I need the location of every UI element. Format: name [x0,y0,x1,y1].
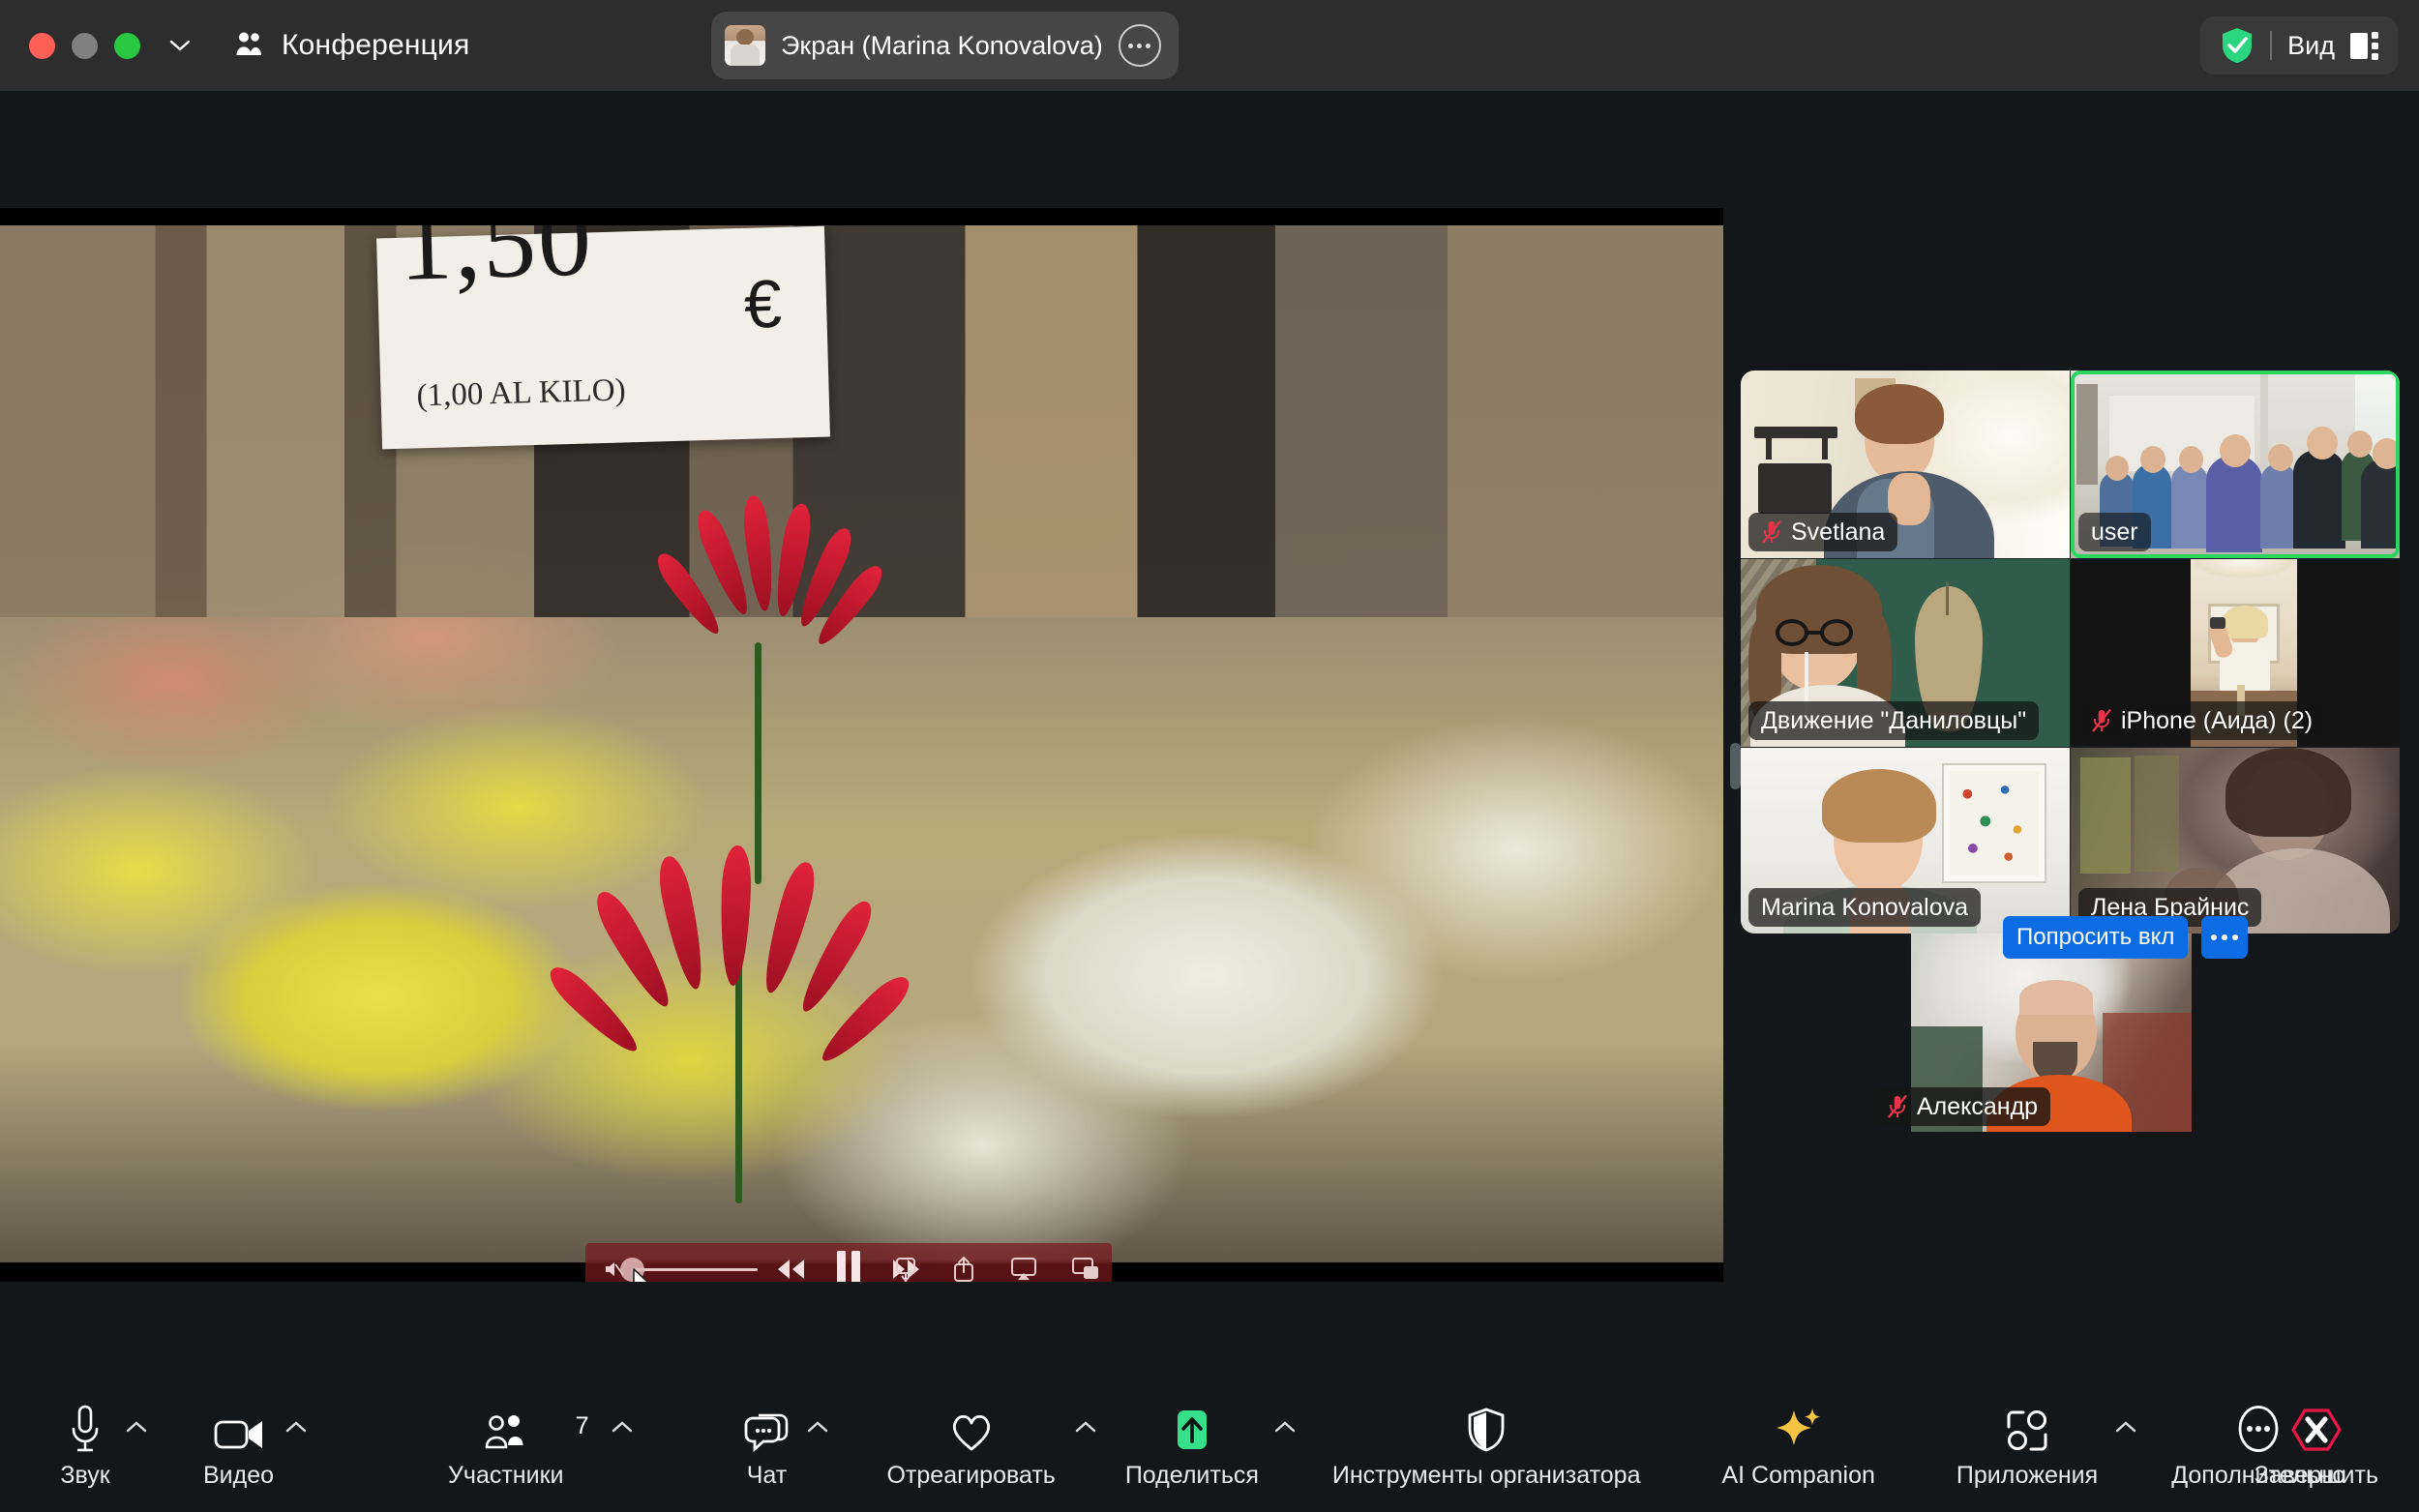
microphone-icon[interactable] [66,1399,105,1453]
airplay-icon[interactable] [1009,1256,1038,1282]
avatar [725,25,765,66]
chevron-up-icon[interactable] [126,1420,147,1434]
participants-grid: Svetlana user Движение "Даниловцы" iPhon… [1741,371,2400,934]
fullscreen-button[interactable] [114,32,140,59]
toolbar-button-share[interactable]: Поделиться [1124,1387,1296,1501]
apps-icon[interactable] [2005,1399,2049,1453]
meeting-toolbar: Звук Видео 7 Участники Чат Отреагировать… [0,1377,2419,1512]
pause-icon[interactable] [832,1249,865,1282]
participant-tile[interactable]: Svetlana [1741,371,2070,558]
chat-icon[interactable] [743,1399,790,1453]
market-video-frame: 1,50 € (1,00 AL KILO) [0,217,1723,1271]
ellipsis-icon[interactable] [1118,24,1161,67]
mic-off-icon [1887,1094,1908,1119]
participant-name-badge: user [2078,513,2151,551]
price-sign: 1,50 € (1,00 AL KILO) [375,217,830,450]
title-bar: Конференция Экран (Marina Konovalova) Ви… [0,0,2419,91]
price-sign-amount: 1,50 [397,217,595,304]
minimize-button[interactable] [72,32,98,59]
toolbar-button-end-call[interactable]: Завершить [2255,1387,2378,1501]
toolbar-button-audio[interactable]: Звук [56,1387,147,1501]
shield-icon[interactable] [1466,1399,1507,1453]
participant-name: Marina Konovalova [1761,893,1969,921]
video-player-controls[interactable]: 00:50 03:26 [585,1243,1112,1282]
chevron-up-icon[interactable] [612,1420,633,1434]
shield-check-icon[interactable] [2220,26,2255,65]
view-label: Вид [2287,30,2335,60]
ask-to-unmute-label: Попросить вкл [2016,924,2175,950]
toolbar-label-share: Поделиться [1124,1462,1259,1489]
chevron-up-icon[interactable] [1274,1420,1296,1434]
participant-tile[interactable]: Marina Konovalova [1741,748,2070,934]
end-call-icon[interactable] [2291,1399,2342,1453]
toolbar-label-host-tools: Инструменты организатора [1331,1462,1641,1489]
mic-off-icon [2091,708,2112,733]
screen-share-indicator[interactable]: Экран (Marina Konovalova) [711,12,1179,79]
toolbar-button-video[interactable]: Видео [203,1387,307,1501]
shared-screen-stage[interactable]: 1,50 € (1,00 AL KILO) [0,208,1723,1282]
view-controls[interactable]: Вид [2200,16,2398,74]
participant-name-badge: Движение "Даниловцы" [1748,701,2040,740]
toolbar-label-video: Видео [203,1462,275,1489]
participant-tile[interactable]: Лена Брайнис [2071,748,2400,934]
rewind-icon[interactable] [774,1257,807,1282]
heart-icon[interactable] [948,1399,995,1453]
shared-video: 1,50 € (1,00 AL KILO) [0,208,1723,1282]
mic-off-icon [1761,519,1782,545]
meeting-title: Конференция [282,29,470,61]
meeting-title-group: Конференция [233,29,469,62]
camera-icon[interactable] [213,1399,265,1453]
toolbar-label-participants: Участники [448,1462,564,1489]
divider [2270,31,2273,60]
participants-icon[interactable] [484,1399,528,1453]
participant-name: Движение "Даниловцы" [1761,706,2027,734]
people-icon [233,29,266,62]
toolbar-label-apps: Приложения [1956,1462,2099,1489]
participant-name-badge: Svetlana [1748,513,1898,551]
subtitles-icon[interactable] [893,1255,918,1282]
participant-name: Svetlana [1791,518,1886,546]
chevron-up-icon[interactable] [2115,1420,2136,1434]
participant-name-badge: Александр [1874,1087,2051,1126]
chevron-up-icon[interactable] [807,1420,828,1434]
participants-count: 7 [575,1412,589,1439]
toolbar-button-chat[interactable]: Чат [737,1387,828,1501]
participant-name-badge: Marina Konovalova [1748,888,1982,927]
toolbar-label-end-call: Завершить [2254,1462,2378,1489]
layout-gallery-icon[interactable] [2350,31,2378,60]
participant-name: user [2091,518,2138,546]
participant-tile[interactable]: user [2071,371,2400,558]
toolbar-button-ai-companion[interactable]: AI Companion [1721,1387,1875,1501]
toolbar-button-react[interactable]: Отреагировать [886,1387,1096,1501]
participant-tile[interactable]: Движение "Даниловцы" [1741,559,2070,747]
toolbar-label-react: Отреагировать [886,1462,1056,1489]
picture-in-picture-icon[interactable] [1071,1257,1100,1282]
zoom-meeting-window: Конференция Экран (Marina Konovalova) Ви… [0,0,2419,1512]
participant-tile[interactable]: iPhone (Аида) (2) [2071,559,2400,747]
toolbar-button-apps[interactable]: Приложения [1956,1387,2136,1501]
price-sign-sub: (1,00 AL KILO) [415,372,626,414]
share-up-icon[interactable] [951,1255,976,1282]
chevron-up-icon[interactable] [285,1420,307,1434]
toolbar-label-chat: Чат [746,1462,788,1489]
participant-name: iPhone (Аида) (2) [2121,706,2314,734]
participant-name-badge: iPhone (Аида) (2) [2078,701,2326,740]
toolbar-button-host-tools[interactable]: Инструменты организатора [1331,1387,1641,1501]
sparkle-icon[interactable] [1776,1399,1822,1453]
toolbar-button-participants[interactable]: 7 Участники [448,1387,633,1501]
share-screen-icon[interactable] [1170,1399,1214,1453]
window-controls[interactable] [29,32,140,59]
participant-name: Александр [1917,1092,2039,1120]
toolbar-label-ai-companion: AI Companion [1721,1462,1875,1489]
screen-share-label: Экран (Marina Konovalova) [781,30,1103,60]
participant-tile-floating[interactable]: Попросить вкл Александр [1874,916,2248,1132]
chevron-down-icon[interactable] [169,35,191,56]
close-button[interactable] [29,32,55,59]
price-sign-currency: € [742,266,783,343]
ellipsis-icon[interactable] [2201,916,2248,959]
ask-to-unmute-button[interactable]: Попросить вкл [2003,916,2189,959]
toolbar-label-audio: Звук [60,1462,110,1489]
chevron-up-icon[interactable] [1075,1420,1096,1434]
panel-resize-handle[interactable] [1730,743,1741,789]
